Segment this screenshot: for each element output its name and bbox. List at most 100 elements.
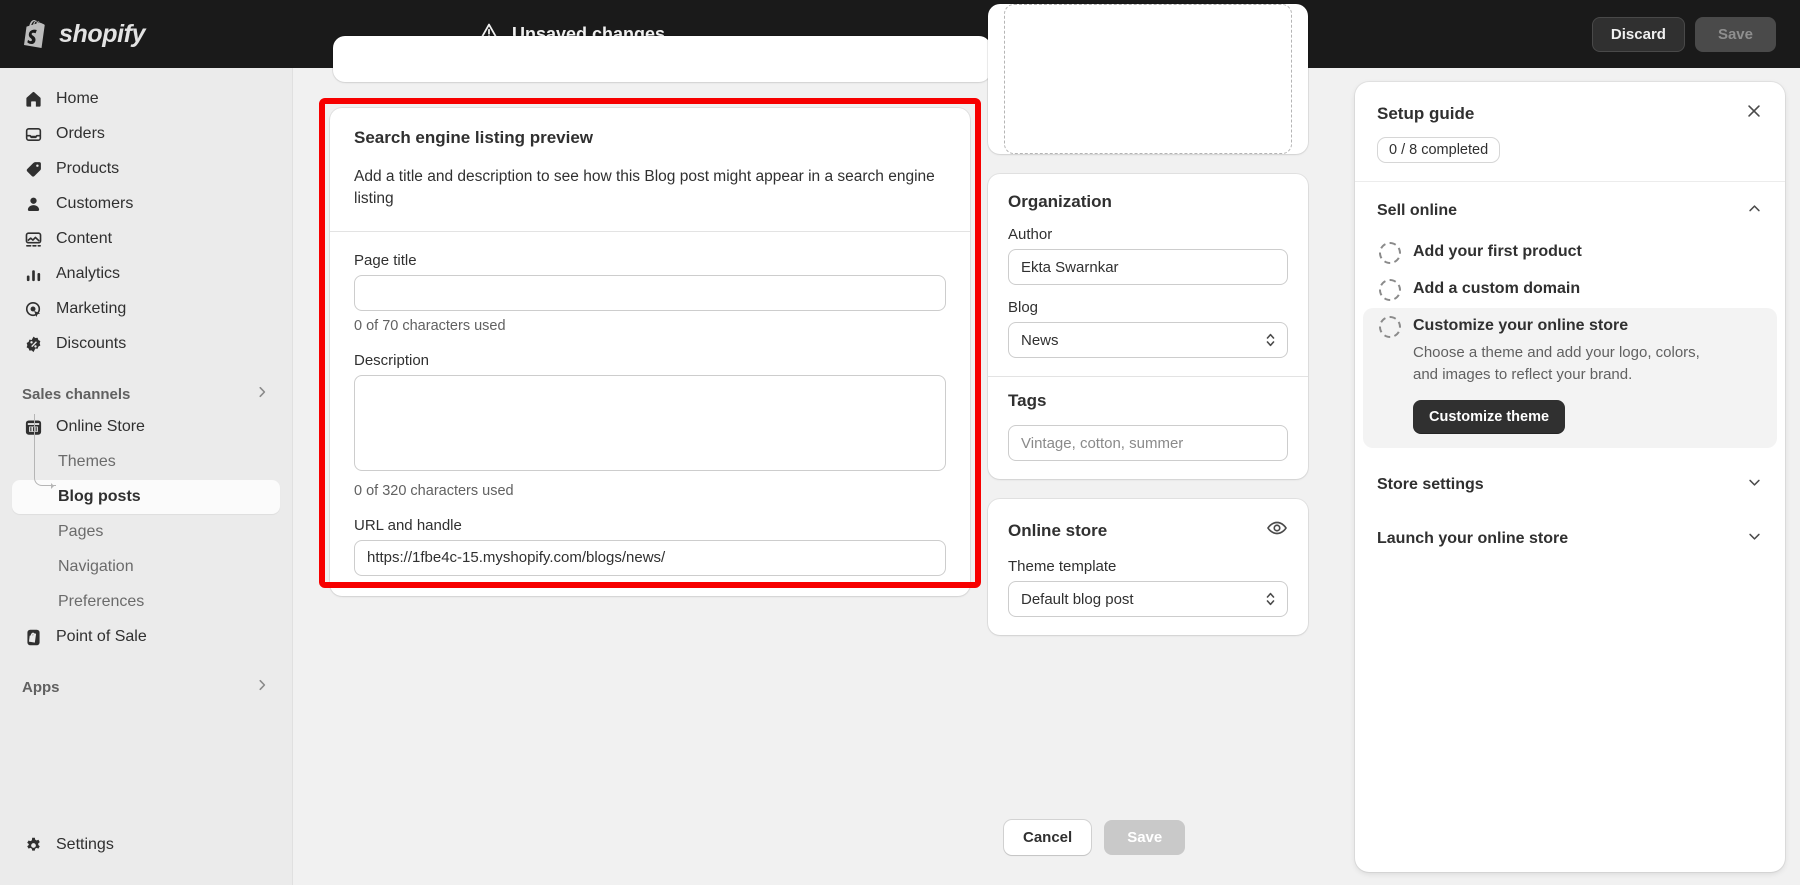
description-textarea[interactable] — [354, 375, 946, 471]
sidebar-item-marketing[interactable]: Marketing — [12, 292, 280, 326]
page-title-label: Page title — [354, 252, 946, 269]
orders-inbox-icon — [22, 123, 44, 145]
home-icon — [22, 88, 44, 110]
setup-task-body: Customize your online store Choose a the… — [1413, 315, 1713, 434]
description-field-block: Description 0 of 320 characters used — [354, 352, 946, 499]
close-icon[interactable] — [1745, 102, 1763, 125]
aside-column: Organization Author Blog News — [988, 0, 1308, 655]
organization-card: Organization Author Blog News — [988, 174, 1308, 479]
setup-task-add-custom-domain[interactable]: Add a custom domain — [1363, 271, 1777, 308]
url-and-handle-input[interactable] — [354, 540, 946, 576]
sidebar-item-discounts[interactable]: Discounts — [12, 327, 280, 361]
seo-card-fields: Page title 0 of 70 characters used Descr… — [330, 232, 970, 596]
sidebar-item-label: Analytics — [56, 265, 120, 283]
save-button-footer[interactable]: Save — [1104, 820, 1185, 855]
sidebar-item-orders[interactable]: Orders — [12, 117, 280, 151]
shopify-admin-window: shopify Unsaved changes Discard Save Hom… — [0, 0, 1800, 885]
setup-task-label: Add your first product — [1413, 241, 1582, 263]
sidebar-item-customers[interactable]: Customers — [12, 187, 280, 221]
page-title-input[interactable] — [354, 275, 946, 311]
bar-chart-icon — [22, 263, 44, 285]
apps-label: Apps — [22, 679, 60, 696]
tags-input[interactable] — [1008, 425, 1288, 461]
sidebar-item-point-of-sale[interactable]: Point of Sale — [12, 620, 280, 654]
seo-card-title: Search engine listing preview — [354, 128, 946, 148]
featured-image-card — [988, 4, 1308, 154]
setup-task-description: Choose a theme and add your logo, colors… — [1413, 342, 1713, 386]
setup-task-label: Add a custom domain — [1413, 278, 1580, 300]
shopify-wordmark: shopify — [59, 20, 145, 49]
customize-theme-button[interactable]: Customize theme — [1413, 400, 1565, 434]
setup-task-label: Customize your online store — [1413, 315, 1713, 337]
sidebar-item-blog-posts[interactable]: Blog posts — [12, 480, 280, 514]
setup-section-sell-online[interactable]: Sell online — [1355, 182, 1785, 234]
theme-template-select[interactable]: Default blog post — [1008, 581, 1288, 617]
chevron-down-icon — [1746, 474, 1763, 496]
theme-template-label: Theme template — [1008, 558, 1288, 575]
url-handle-field-block: URL and handle — [354, 517, 946, 576]
sidebar-item-content[interactable]: Content — [12, 222, 280, 256]
sidebar-item-online-store[interactable]: Online Store — [12, 410, 280, 444]
description-char-counter: 0 of 320 characters used — [354, 483, 946, 499]
pos-icon — [22, 626, 44, 648]
chevron-right-icon — [254, 384, 270, 404]
sidebar-subitem-label: Themes — [58, 453, 116, 471]
chevron-right-icon — [254, 677, 270, 697]
sidebar-subitem-label: Pages — [58, 523, 103, 541]
shopify-brand[interactable]: shopify — [24, 20, 145, 49]
setup-task-add-first-product[interactable]: Add your first product — [1363, 234, 1777, 271]
author-input[interactable] — [1008, 249, 1288, 285]
setup-section-store-settings[interactable]: Store settings — [1355, 458, 1785, 512]
setup-guide-panel: Setup guide 0 / 8 completed Sell online … — [1355, 82, 1785, 872]
sidebar-item-navigation[interactable]: Navigation — [12, 550, 280, 584]
online-store-subnav: Online Store Themes Blog posts Pages Nav… — [12, 410, 280, 619]
sales-channels-label: Sales channels — [22, 386, 130, 403]
setup-section-launch-your-online-store[interactable]: Launch your online store — [1355, 512, 1785, 566]
sidebar-item-products[interactable]: Products — [12, 152, 280, 186]
search-engine-listing-preview-card: Search engine listing preview Add a titl… — [330, 108, 970, 596]
image-dropzone[interactable] — [1004, 4, 1292, 154]
online-store-card-header: Online store — [988, 499, 1308, 544]
sidebar-item-home[interactable]: Home — [12, 82, 280, 116]
sidebar-item-themes[interactable]: Themes — [12, 445, 280, 479]
blog-select[interactable]: News — [1008, 322, 1288, 358]
sidebar-item-preferences[interactable]: Preferences — [12, 585, 280, 619]
sidebar-item-settings[interactable]: Settings — [12, 828, 281, 862]
chevron-down-icon — [1746, 528, 1763, 550]
sidebar-item-pages[interactable]: Pages — [12, 515, 280, 549]
task-incomplete-circle-icon — [1379, 242, 1401, 264]
chevron-up-icon — [1746, 200, 1763, 222]
cancel-button[interactable]: Cancel — [1004, 820, 1091, 855]
page-title-field-block: Page title 0 of 70 characters used — [354, 252, 946, 334]
organization-fields: Author Blog News — [988, 212, 1308, 376]
discard-button[interactable]: Discard — [1592, 17, 1685, 52]
sidebar-item-label: Products — [56, 160, 119, 178]
setup-guide-title: Setup guide — [1377, 104, 1474, 124]
left-sidebar: Home Orders Products Customers Content — [0, 68, 293, 885]
save-button-topbar[interactable]: Save — [1695, 17, 1776, 52]
setup-guide-title-row: Setup guide — [1377, 102, 1763, 125]
blog-field-block: Blog News — [1008, 299, 1288, 358]
sidebar-group-apps[interactable]: Apps — [12, 671, 280, 703]
form-footer-actions: Cancel Save — [1004, 820, 1185, 855]
sidebar-group-sales-channels[interactable]: Sales channels — [12, 378, 280, 410]
task-incomplete-circle-icon — [1379, 316, 1401, 338]
eye-icon[interactable] — [1266, 517, 1288, 544]
shopify-bag-logo-icon — [24, 20, 50, 48]
sidebar-settings-row: Settings — [12, 828, 281, 863]
setup-section-title: Launch your online store — [1377, 530, 1568, 548]
sidebar-item-analytics[interactable]: Analytics — [12, 257, 280, 291]
seo-card-description: Add a title and description to see how t… — [354, 166, 946, 211]
gear-icon — [22, 834, 44, 856]
sidebar-subitem-label: Preferences — [58, 593, 144, 611]
theme-template-select-wrap: Default blog post — [1008, 581, 1288, 617]
sidebar-item-label: Online Store — [56, 418, 145, 436]
sidebar-subitem-label: Navigation — [58, 558, 134, 576]
setup-section-title: Sell online — [1377, 202, 1457, 220]
author-label: Author — [1008, 226, 1288, 243]
tags-section: Tags — [988, 377, 1308, 479]
setup-task-customize-online-store[interactable]: Customize your online store Choose a the… — [1363, 308, 1777, 448]
theme-template-section: Theme template Default blog post — [988, 544, 1308, 635]
sidebar-item-label: Settings — [56, 836, 114, 854]
sidebar-divider-spacer-2 — [12, 655, 280, 671]
